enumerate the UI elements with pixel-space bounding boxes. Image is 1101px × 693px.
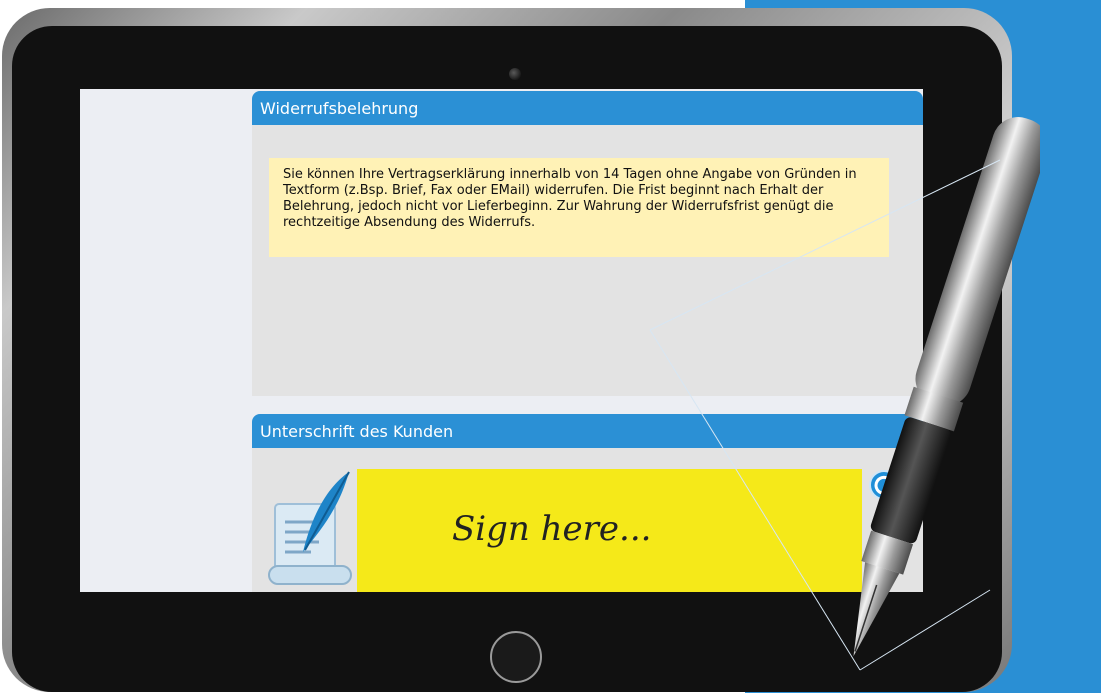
camera-icon — [509, 68, 521, 80]
customer-signature-panel: Unterschrift des Kunden Sign here... — [252, 414, 923, 592]
tablet-screen: Widerrufsbelehrung Sie können Ihre Vertr… — [80, 89, 923, 592]
home-button[interactable] — [490, 631, 542, 683]
cancellation-notice-title: Widerrufsbelehrung — [252, 91, 923, 125]
signature-placeholder: Sign here... — [452, 509, 652, 549]
cancellation-notice-panel: Widerrufsbelehrung Sie können Ihre Vertr… — [252, 91, 923, 396]
quill-document-icon — [268, 471, 352, 585]
customer-signature-title: Unterschrift des Kunden — [252, 414, 923, 448]
cancellation-notice-text: Sie können Ihre Vertragserklärung innerh… — [269, 158, 889, 257]
signature-pad[interactable]: Sign here... — [357, 469, 862, 592]
sidebar — [80, 89, 252, 592]
fountain-pen-icon — [853, 117, 1040, 657]
